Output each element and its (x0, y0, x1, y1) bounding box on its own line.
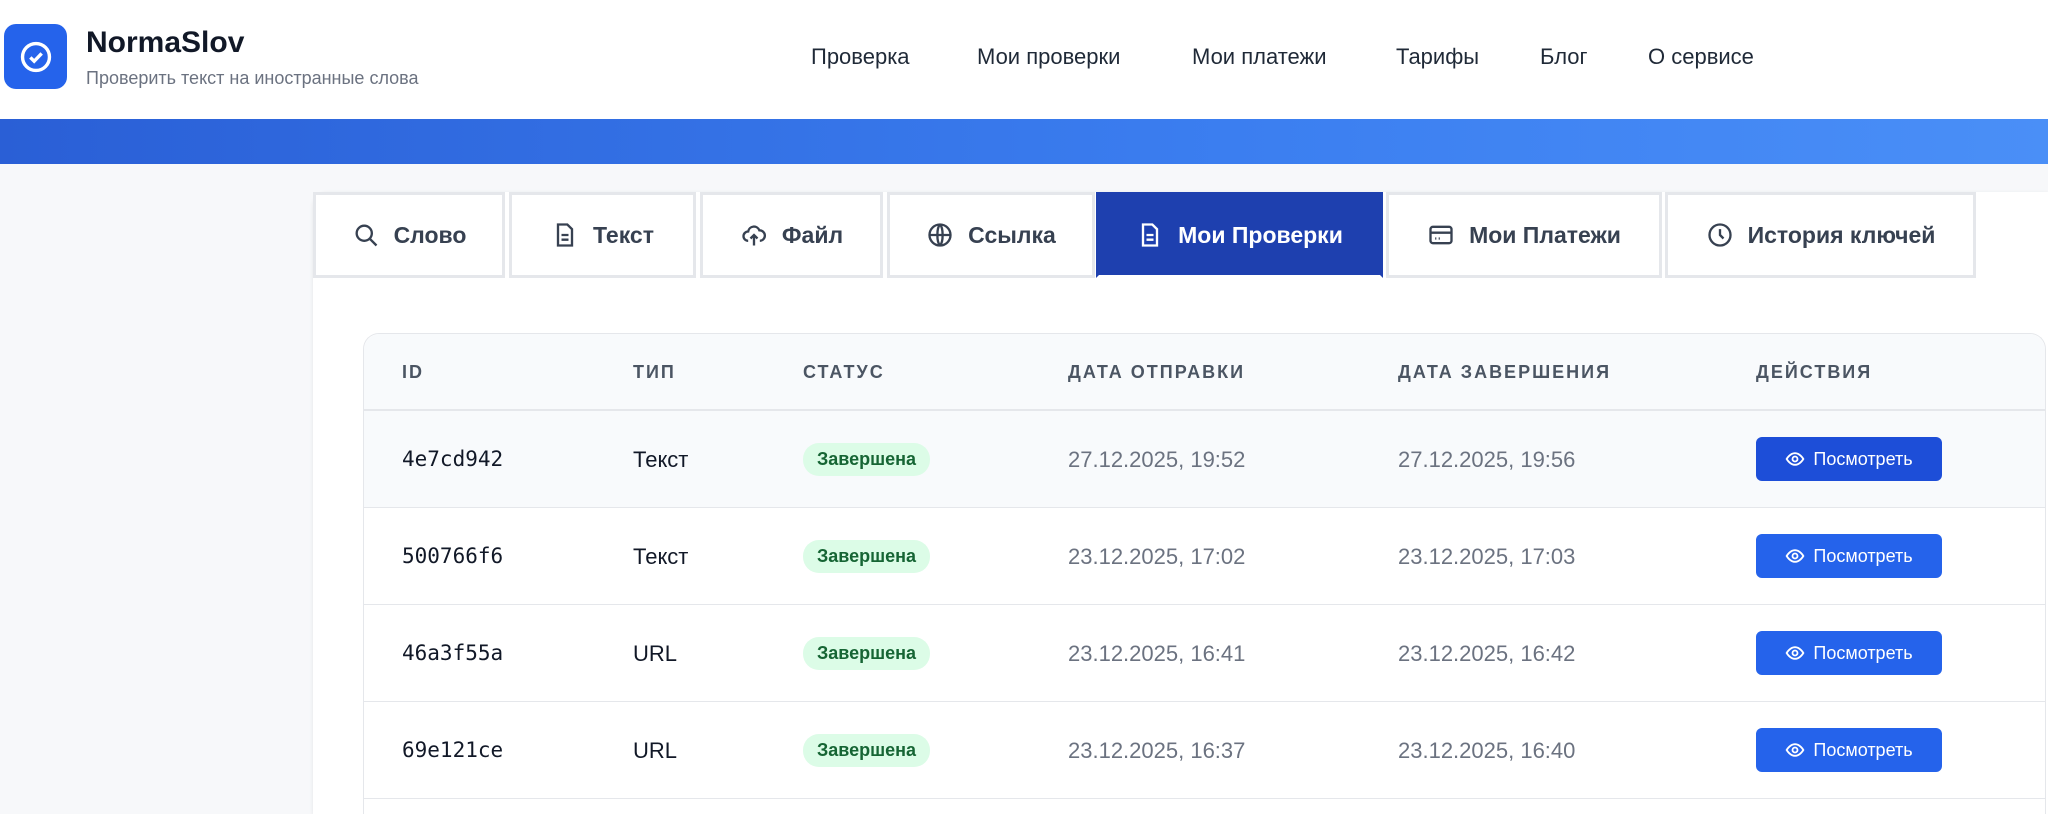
cloud-upload-icon (742, 225, 766, 246)
nav-my-checks[interactable]: Мои проверки (977, 44, 1120, 70)
nav-my-payments[interactable]: Мои платежи (1192, 44, 1327, 70)
check-type: URL (633, 641, 678, 666)
sent-date: 23.12.2025, 17:02 (1068, 544, 1246, 569)
header-completed-date[interactable]: ДАТА ЗАВЕРШЕНИЯ (1398, 362, 1611, 383)
completed-date: 23.12.2025, 16:40 (1398, 738, 1576, 763)
nav-blog[interactable]: Блог (1540, 44, 1588, 70)
eye-icon (1785, 549, 1805, 563)
sent-date: 27.12.2025, 19:52 (1068, 447, 1246, 472)
eye-icon (1785, 452, 1805, 466)
credit-card-icon (1429, 225, 1453, 245)
eye-icon (1785, 743, 1805, 757)
check-type: Текст (633, 447, 689, 472)
view-button[interactable]: Посмотреть (1756, 534, 1942, 578)
view-button-label: Посмотреть (1813, 642, 1913, 663)
check-id: 69e121ce (402, 738, 504, 762)
table-row: 69e121ce URL Завершена 23.12.2025, 16:37… (364, 702, 2045, 799)
header-type[interactable]: ТИП (633, 362, 676, 383)
checks-table: ID ТИП СТАТУС ДАТА ОТПРАВКИ ДАТА ЗАВЕРШЕ… (363, 333, 2046, 814)
check-id: 46a3f55a (402, 641, 504, 665)
brand-tagline: Проверить текст на иностранные слова (86, 68, 419, 88)
hero-band (0, 119, 2048, 164)
table-header: ID ТИП СТАТУС ДАТА ОТПРАВКИ ДАТА ЗАВЕРШЕ… (364, 334, 2045, 411)
table-row (364, 799, 2045, 814)
document-icon (1141, 223, 1159, 247)
view-button[interactable]: Посмотреть (1756, 631, 1942, 675)
check-circle-icon (20, 41, 51, 72)
completed-date: 23.12.2025, 17:03 (1398, 544, 1576, 569)
nav-about[interactable]: О сервисе (1648, 44, 1754, 70)
sent-date: 23.12.2025, 16:37 (1068, 738, 1246, 763)
tab-label: Мои Платежи (1469, 221, 1621, 248)
check-type: URL (633, 738, 678, 763)
tab-file[interactable]: Файл (700, 192, 883, 278)
status-badge: Завершена (803, 734, 931, 767)
nav-check[interactable]: Проверка (811, 44, 910, 70)
tab-word[interactable]: Слово (313, 192, 505, 278)
header-status[interactable]: СТАТУС (803, 362, 885, 383)
tab-my-payments[interactable]: Мои Платежи (1386, 192, 1662, 278)
check-type: Текст (633, 544, 689, 569)
view-button[interactable]: Посмотреть (1756, 437, 1942, 481)
sent-date: 23.12.2025, 16:41 (1068, 641, 1246, 666)
search-icon (355, 224, 377, 247)
tab-label: Ссылка (968, 221, 1056, 248)
tab-text[interactable]: Текст (509, 192, 696, 278)
tab-label: Файл (781, 221, 844, 248)
header-id[interactable]: ID (402, 362, 424, 383)
status-badge: Завершена (803, 637, 931, 670)
nav-pricing[interactable]: Тарифы (1396, 44, 1479, 70)
table-row: 4e7cd942 Текст Завершена 27.12.2025, 19:… (364, 411, 2045, 508)
tab-label: Мои Проверки (1178, 221, 1343, 248)
tab-link[interactable]: Ссылка (887, 192, 1095, 278)
header-actions: ДЕЙСТВИЯ (1756, 362, 1873, 382)
tab-bar: Слово Текст Файл Ссылка Мои Проверки Мои… (313, 192, 1976, 280)
clock-icon (1707, 223, 1732, 247)
tab-label: Текст (593, 221, 654, 248)
brand-name[interactable]: NormaSlov (86, 26, 244, 60)
table-row: 500766f6 Текст Завершена 23.12.2025, 17:… (364, 508, 2045, 605)
site-header: NormaSlov Проверить текст на иностранные… (0, 0, 2048, 119)
logo[interactable] (4, 24, 67, 89)
document-icon (556, 223, 574, 247)
eye-icon (1785, 646, 1805, 660)
view-button[interactable]: Посмотреть (1756, 728, 1942, 772)
header-sent-date[interactable]: ДАТА ОТПРАВКИ (1068, 362, 1245, 383)
view-button-label: Посмотреть (1813, 739, 1913, 760)
status-badge: Завершена (803, 443, 931, 476)
completed-date: 27.12.2025, 19:56 (1398, 447, 1576, 472)
status-badge: Завершена (803, 540, 931, 573)
check-id: 4e7cd942 (402, 447, 504, 471)
globe-icon (928, 223, 952, 247)
tab-my-checks[interactable]: Мои Проверки (1096, 192, 1383, 278)
table-row: 46a3f55a URL Завершена 23.12.2025, 16:41… (364, 605, 2045, 702)
tab-key-history[interactable]: История ключей (1665, 192, 1976, 278)
tab-label: Слово (393, 221, 467, 248)
completed-date: 23.12.2025, 16:42 (1398, 641, 1576, 666)
view-button-label: Посмотреть (1813, 448, 1913, 469)
tab-label: История ключей (1747, 221, 1936, 248)
check-id: 500766f6 (402, 544, 504, 568)
view-button-label: Посмотреть (1813, 545, 1913, 566)
